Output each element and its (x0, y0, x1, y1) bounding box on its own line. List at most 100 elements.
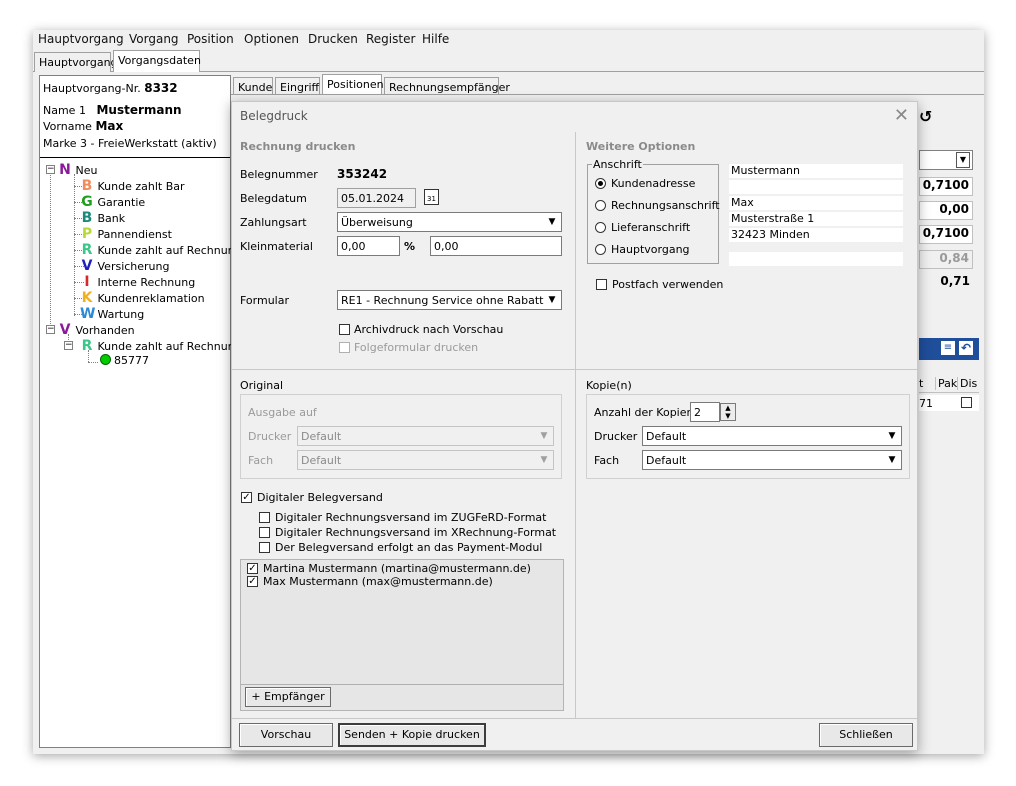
tab-vorgangsdaten[interactable]: Vorgangsdaten (113, 50, 201, 72)
close-icon[interactable]: ✕ (894, 105, 909, 126)
senden-kopie-button[interactable]: Senden + Kopie drucken (338, 723, 486, 747)
kleinmaterial-percent-field[interactable]: 0,00 (337, 236, 400, 256)
kopie-fach-select[interactable]: Default ▼ (642, 450, 902, 470)
chevron-down-icon: ▼ (548, 217, 556, 227)
radio-lieferanschrift[interactable] (595, 222, 606, 233)
tree-node-bar[interactable]: B Kunde zahlt Bar (80, 178, 185, 194)
tree-node-intern[interactable]: I Interne Rechnung (80, 274, 195, 290)
payment-modul-checkbox[interactable] (259, 542, 270, 553)
tree-node-vorhanden[interactable]: V Vorhanden (58, 322, 135, 338)
tree-node-bank[interactable]: B Bank (80, 210, 125, 226)
tree-node-beleg[interactable]: 85777 (100, 354, 149, 370)
letter-r-icon: R (81, 338, 93, 354)
letter-k-icon: K (81, 290, 93, 306)
tree-node-label: Versicherung (97, 260, 170, 273)
tree-node-reklamation[interactable]: K Kundenreklamation (80, 290, 205, 306)
kopie-drucker-select[interactable]: Default ▼ (642, 426, 902, 446)
menu-hilfe[interactable]: Hilfe (422, 32, 449, 46)
col-header-pak: Pak (935, 377, 957, 390)
tree-node-label: Kunde zahlt auf Rechnung (97, 340, 242, 353)
radio-hauptvorgang[interactable] (595, 244, 606, 255)
belegdatum-field[interactable]: 05.01.2024 (337, 188, 416, 208)
postfach-checkbox[interactable] (596, 279, 607, 290)
collapse-neu-icon[interactable]: − (46, 165, 55, 174)
archivdruck-checkbox[interactable] (339, 324, 350, 335)
tree-node-label: Pannendienst (97, 228, 172, 241)
add-recipient-button[interactable]: + Empfänger (245, 687, 331, 707)
original-fach-select[interactable]: Default ▼ (297, 450, 554, 470)
database-icon[interactable]: ≡ (941, 341, 955, 355)
address-line-3: Max (729, 196, 903, 210)
chevron-down-icon: ▼ (540, 431, 548, 441)
letter-p-icon: P (81, 226, 93, 242)
zahlungsart-select[interactable]: Überweisung ▼ (337, 212, 562, 232)
bg-table-toolbar: ≡ ↶ (919, 338, 979, 360)
menu-position[interactable]: Position (187, 32, 234, 46)
anschrift-title: Anschrift (592, 158, 643, 171)
vorname-line: Vorname Max (43, 119, 123, 133)
menu-vorgang[interactable]: Vorgang (129, 32, 179, 46)
tree-node-garantie[interactable]: G Garantie (80, 194, 145, 210)
menu-optionen[interactable]: Optionen (244, 32, 299, 46)
address-line-6 (729, 252, 903, 266)
bg-dropdown[interactable]: ▼ (919, 150, 973, 170)
dialog-title: Belegdruck (240, 109, 308, 123)
tree-node-pannendienst[interactable]: P Pannendienst (80, 226, 172, 242)
radio-rechnungsanschrift-label: Rechnungsanschrift (611, 199, 720, 212)
bg-value-2: 0,00 (919, 201, 973, 220)
recipient-2[interactable]: Max Mustermann (max@mustermann.de) (263, 575, 493, 588)
spinner-icon[interactable]: ▲ ▼ (720, 403, 736, 421)
anzahl-kopien-label: Anzahl der Kopien (594, 406, 694, 419)
zugferd-checkbox[interactable] (259, 512, 270, 523)
recipient-checkbox-2[interactable]: ✓ (247, 576, 258, 587)
collapse-rechnung-icon[interactable]: − (64, 341, 73, 350)
refresh-icon[interactable]: ↺ (919, 107, 932, 126)
tab-hauptvorgang[interactable]: Hauptvorgang (34, 52, 118, 72)
letter-w-icon: W (80, 306, 96, 322)
original-fach-value: Default (301, 454, 342, 467)
bg-table-header: t Pak Dis (919, 375, 979, 393)
xrechnung-checkbox[interactable] (259, 527, 270, 538)
disp-checkbox[interactable] (961, 397, 972, 408)
menu-bar: Hauptvorgang Vorgang Position Optionen D… (33, 30, 984, 50)
address-line-4: Musterstraße 1 (729, 212, 903, 226)
radio-rechnungsanschrift[interactable] (595, 200, 606, 211)
menu-hauptvorgang[interactable]: Hauptvorgang (38, 32, 124, 46)
vorschau-button[interactable]: Vorschau (239, 723, 333, 747)
recipient-checkbox-1[interactable]: ✓ (247, 563, 258, 574)
folgeformular-checkbox[interactable] (339, 342, 350, 353)
collapse-vorhanden-icon[interactable]: − (46, 325, 55, 334)
undo-icon[interactable]: ↶ (959, 341, 973, 355)
tree-node-vorhanden-rechnung[interactable]: R Kunde zahlt auf Rechnung (80, 338, 242, 354)
tree-node-versicherung[interactable]: V Versicherung (80, 258, 170, 274)
original-drucker-select[interactable]: Default ▼ (297, 426, 554, 446)
menu-register[interactable]: Register (366, 32, 415, 46)
vorname-label: Vorname (43, 120, 92, 133)
vorgang-info: Hauptvorgang-Nr. 8332 Name 1 Mustermann … (40, 76, 230, 158)
tab-positionen[interactable]: Positionen (322, 74, 384, 96)
tree-node-wartung[interactable]: W Wartung (80, 306, 144, 322)
recipient-1[interactable]: Martina Mustermann (martina@mustermann.d… (263, 562, 531, 575)
calendar-icon[interactable]: 31 (424, 189, 439, 205)
anzahl-kopien-field[interactable]: 2 (690, 402, 720, 422)
xrechnung-label: Digitaler Rechnungsversand im XRechnung-… (275, 526, 557, 539)
radio-kundenadresse[interactable] (595, 178, 606, 189)
folgeformular-label: Folgeformular drucken (354, 341, 479, 354)
formular-select[interactable]: RE1 - Rechnung Service ohne Rabatt ▼ (337, 290, 562, 310)
kopie-drucker-value: Default (646, 430, 687, 443)
kopie-fach-value: Default (646, 454, 687, 467)
belegnummer-value: 353242 (337, 167, 388, 181)
digital-belegversand-checkbox[interactable]: ✓ (241, 492, 252, 503)
menu-drucken[interactable]: Drucken (308, 32, 358, 46)
kopie-drucker-label: Drucker (594, 430, 638, 443)
archivdruck-label: Archivdruck nach Vorschau (354, 323, 504, 336)
tree-node-neu[interactable]: N Neu (58, 162, 97, 178)
tree-node-rechnung[interactable]: R Kunde zahlt auf Rechnung (80, 242, 242, 258)
original-fach-label: Fach (248, 454, 274, 467)
tree-node-label: Kunde zahlt Bar (97, 180, 185, 193)
letter-b-icon: B (81, 210, 93, 226)
schliessen-button[interactable]: Schließen (819, 723, 913, 747)
kleinmaterial-amount-field[interactable]: 0,00 (430, 236, 562, 256)
table-row[interactable]: 71 (919, 395, 979, 411)
vorgang-nr-label: Hauptvorgang-Nr. (43, 82, 141, 95)
